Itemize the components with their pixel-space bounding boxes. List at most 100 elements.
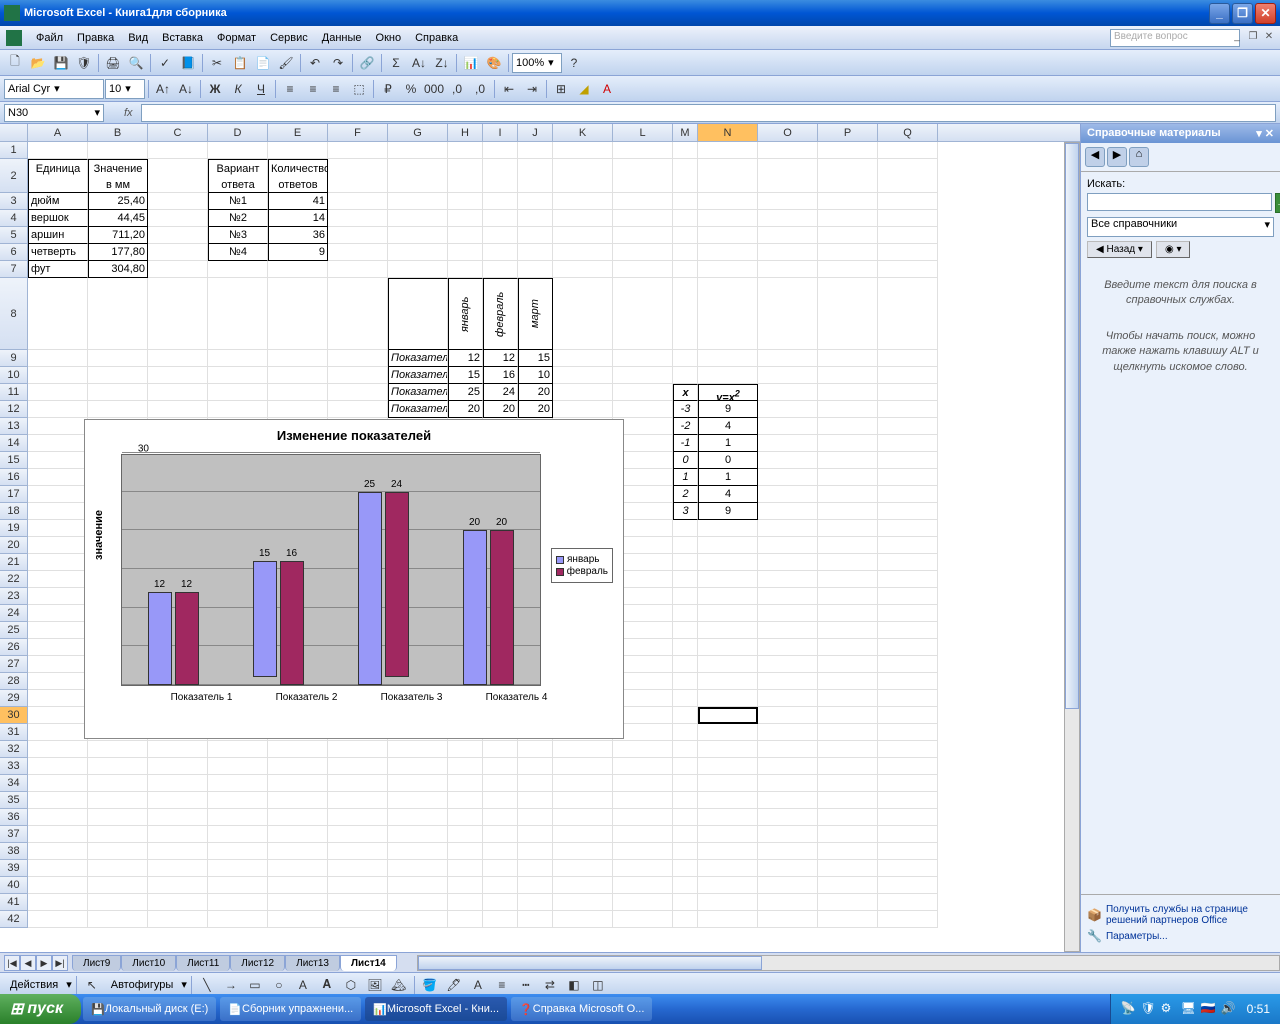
cell-D35[interactable] (208, 792, 268, 809)
row-header-31[interactable]: 31 (0, 724, 28, 741)
cell-J32[interactable] (518, 741, 553, 758)
cell-L9[interactable] (613, 350, 673, 367)
cell-A37[interactable] (28, 826, 88, 843)
cell-P30[interactable] (818, 707, 878, 724)
cell-N16[interactable]: 1 (698, 469, 758, 486)
cell-N13[interactable]: 4 (698, 418, 758, 435)
cell-J1[interactable] (518, 142, 553, 159)
sheet-tab-Лист11[interactable]: Лист11 (176, 955, 230, 971)
align-right-icon[interactable]: ≡ (325, 78, 347, 100)
cell-M12[interactable]: -3 (673, 401, 698, 418)
cell-Q15[interactable] (878, 452, 938, 469)
horizontal-scrollbar[interactable] (417, 955, 1280, 971)
cell-G40[interactable] (388, 877, 448, 894)
cell-H32[interactable] (448, 741, 483, 758)
cell-E2[interactable]: Количествоответов (268, 159, 328, 193)
search-input[interactable] (1087, 193, 1272, 211)
taskpane-close-icon[interactable]: ▾ ✕ (1256, 127, 1274, 140)
cell-J38[interactable] (518, 843, 553, 860)
taskbar-item-word[interactable]: 📄 Сборник упражнени... (220, 997, 361, 1021)
cell-K41[interactable] (553, 894, 613, 911)
cell-Q16[interactable] (878, 469, 938, 486)
cell-M20[interactable] (673, 537, 698, 554)
column-header-P[interactable]: P (818, 124, 878, 141)
percent-icon[interactable]: % (400, 78, 422, 100)
sort-asc-icon[interactable]: A↓ (408, 52, 430, 74)
cell-K42[interactable] (553, 911, 613, 928)
cell-G32[interactable] (388, 741, 448, 758)
select-all-corner[interactable] (0, 124, 28, 141)
tab-nav-last[interactable]: ▶| (52, 955, 68, 971)
cell-M19[interactable] (673, 520, 698, 537)
row-header-2[interactable]: 2 (0, 159, 28, 193)
cell-H3[interactable] (448, 193, 483, 210)
cell-P33[interactable] (818, 758, 878, 775)
cell-P2[interactable] (818, 159, 878, 193)
column-header-I[interactable]: I (483, 124, 518, 141)
cell-N5[interactable] (698, 227, 758, 244)
cell-E37[interactable] (268, 826, 328, 843)
cell-N28[interactable] (698, 673, 758, 690)
cell-Q4[interactable] (878, 210, 938, 227)
tab-nav-next[interactable]: ▶ (36, 955, 52, 971)
cell-J2[interactable] (518, 159, 553, 193)
cell-E36[interactable] (268, 809, 328, 826)
cell-H12[interactable]: 20 (448, 401, 483, 418)
cell-C39[interactable] (148, 860, 208, 877)
cell-F9[interactable] (328, 350, 388, 367)
cell-A6[interactable]: четверть (28, 244, 88, 261)
cell-N14[interactable]: 1 (698, 435, 758, 452)
column-header-A[interactable]: A (28, 124, 88, 141)
cell-Q34[interactable] (878, 775, 938, 792)
cell-O11[interactable] (758, 384, 818, 401)
cell-P4[interactable] (818, 210, 878, 227)
cell-O7[interactable] (758, 261, 818, 278)
line-style-icon[interactable]: ≡ (491, 974, 513, 996)
cell-O21[interactable] (758, 554, 818, 571)
cell-O37[interactable] (758, 826, 818, 843)
cell-Q23[interactable] (878, 588, 938, 605)
row-header-40[interactable]: 40 (0, 877, 28, 894)
cell-H7[interactable] (448, 261, 483, 278)
cell-B40[interactable] (88, 877, 148, 894)
borders-icon[interactable]: ⊞ (550, 78, 572, 100)
cell-M31[interactable] (673, 724, 698, 741)
autosum-icon[interactable]: Σ (385, 52, 407, 74)
cell-B35[interactable] (88, 792, 148, 809)
row-header-10[interactable]: 10 (0, 367, 28, 384)
cell-B3[interactable]: 25,40 (88, 193, 148, 210)
cell-N3[interactable] (698, 193, 758, 210)
cell-B12[interactable] (88, 401, 148, 418)
cell-Q21[interactable] (878, 554, 938, 571)
doc-minimize-button[interactable]: _ (1230, 31, 1244, 45)
cell-A18[interactable] (28, 503, 88, 520)
row-header-3[interactable]: 3 (0, 193, 28, 210)
cell-O3[interactable] (758, 193, 818, 210)
cell-L3[interactable] (613, 193, 673, 210)
merge-center-icon[interactable]: ⬚ (348, 78, 370, 100)
column-header-D[interactable]: D (208, 124, 268, 141)
row-header-29[interactable]: 29 (0, 690, 28, 707)
cell-F8[interactable] (328, 278, 388, 350)
cell-L11[interactable] (613, 384, 673, 401)
cell-N18[interactable]: 9 (698, 503, 758, 520)
hyperlink-icon[interactable]: 🔗 (356, 52, 378, 74)
get-services-link[interactable]: 📦Получить службы на странице решений пар… (1087, 904, 1274, 926)
cell-I39[interactable] (483, 860, 518, 877)
open-icon[interactable]: 📂 (27, 52, 49, 74)
cell-O4[interactable] (758, 210, 818, 227)
cell-F7[interactable] (328, 261, 388, 278)
cell-N17[interactable]: 4 (698, 486, 758, 503)
shadow-icon[interactable]: ◧ (563, 974, 585, 996)
column-header-Q[interactable]: Q (878, 124, 938, 141)
cell-B39[interactable] (88, 860, 148, 877)
cell-M10[interactable] (673, 367, 698, 384)
cell-Q36[interactable] (878, 809, 938, 826)
cell-G42[interactable] (388, 911, 448, 928)
cell-A16[interactable] (28, 469, 88, 486)
cell-F41[interactable] (328, 894, 388, 911)
taskpane-back-icon[interactable]: ◀ (1085, 147, 1105, 167)
rectangle-icon[interactable]: ▭ (244, 974, 266, 996)
cell-Q33[interactable] (878, 758, 938, 775)
cell-D33[interactable] (208, 758, 268, 775)
